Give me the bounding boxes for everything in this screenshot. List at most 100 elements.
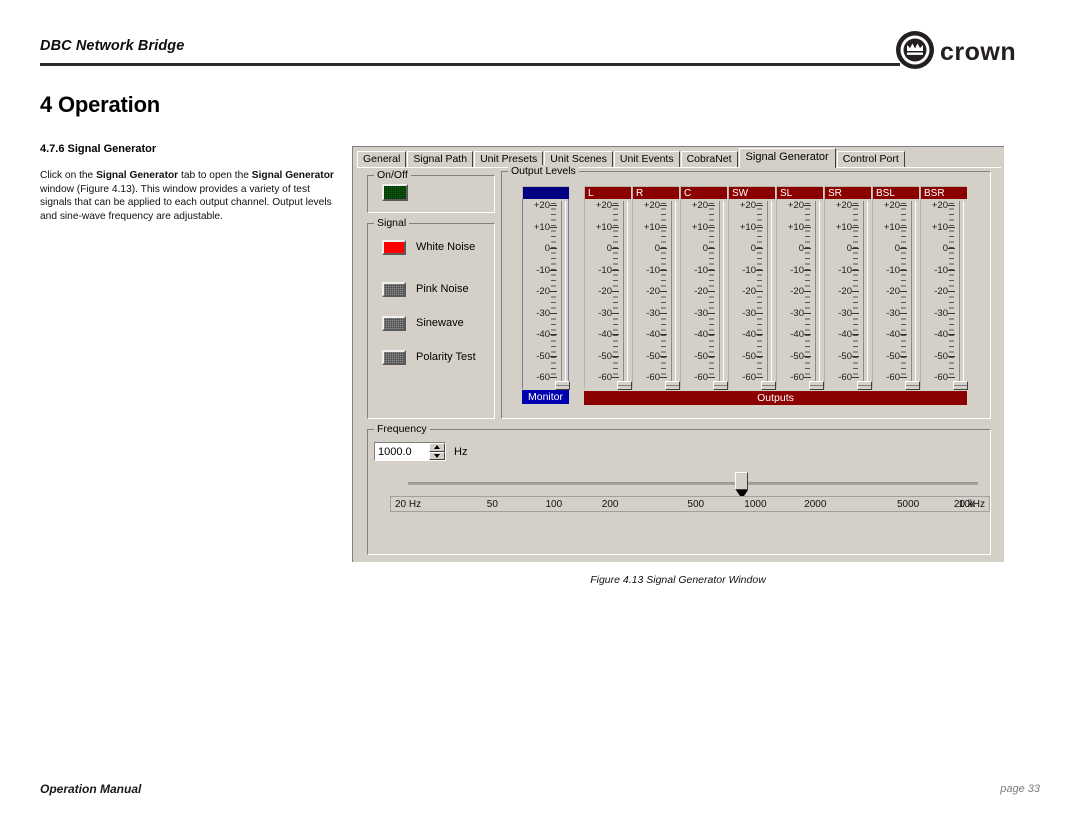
signal-option-label: White Noise: [416, 241, 476, 253]
output-levels-group-label: Output Levels: [508, 165, 579, 177]
frequency-group: Frequency 1000.0 Hz 20 Hz 50 100 200 500 1000…: [367, 423, 991, 555]
meter-scale-label: +10: [595, 221, 612, 233]
level-slider-thumb[interactable]: [665, 381, 680, 390]
level-slider-track[interactable]: [719, 201, 724, 383]
signal-option-polarity-test[interactable]: Polarity Test: [382, 348, 476, 366]
section-heading: 4.7.6 Signal Generator: [40, 143, 157, 155]
monitor-channel-strip: +20 +10 0 -10 -20 -30 -40 -50 -60 Monitor: [522, 186, 570, 404]
level-slider-track[interactable]: [911, 201, 916, 383]
output-channel-meter: +20 +10 0 -10 -20 -30 -40 -50 -60: [728, 199, 776, 390]
frequency-scale-label: 20 Hz: [395, 499, 422, 510]
frequency-spinner[interactable]: 1000.0: [374, 442, 446, 461]
signal-generator-window: General Signal Path Unit Presets Unit Scene…: [352, 146, 1004, 562]
level-slider-thumb[interactable]: [761, 381, 776, 390]
level-slider-thumb[interactable]: [713, 381, 728, 390]
meter-major-ticks: [660, 203, 667, 379]
meter-scale-label: -20: [838, 286, 852, 297]
signal-option-white-noise[interactable]: White Noise: [382, 238, 475, 256]
signal-option-pink-noise[interactable]: Pink Noise: [382, 280, 469, 298]
signal-group-label: Signal: [374, 217, 410, 229]
frequency-decrement-button[interactable]: [429, 451, 445, 460]
tab-general[interactable]: General: [357, 151, 407, 168]
tab-cobranet[interactable]: CobraNet: [680, 151, 738, 168]
frequency-scale-label: 1000: [744, 499, 767, 510]
frequency-slider-thumb[interactable]: [735, 472, 748, 490]
signal-indicator-icon[interactable]: [382, 315, 406, 331]
level-slider-track[interactable]: [623, 201, 628, 383]
signal-option-label: Polarity Test: [416, 351, 476, 363]
tab-signal-generator[interactable]: Signal Generator: [738, 148, 836, 168]
signal-option-label: Sinewave: [416, 317, 464, 329]
monitor-channel-header: [522, 186, 569, 199]
meter-scale-label: -20: [742, 286, 756, 297]
meter-scale-label: -20: [934, 286, 948, 297]
meter-scale-label: -30: [742, 307, 756, 319]
output-channel-meter: +20 +10 0 -10 -20 -30 -40 -50 -60: [680, 199, 728, 390]
level-slider-track[interactable]: [863, 201, 868, 383]
tab-signal-path[interactable]: Signal Path: [407, 151, 474, 168]
meter-scale-label: -10: [742, 264, 756, 276]
meter-scale-label: -60: [742, 372, 756, 383]
meter-scale-labels: +20 +10 0 -10 -20 -30 -40 -50 -60: [777, 199, 804, 389]
signal-group: Signal White Noise Pink Noise Sinewave Pola…: [367, 217, 495, 419]
meter-scale-label: -50: [934, 350, 948, 362]
level-slider-thumb[interactable]: [905, 381, 920, 390]
tab-strip[interactable]: General Signal Path Unit Presets Unit Scene…: [357, 148, 906, 168]
frequency-slider-track[interactable]: [408, 482, 978, 485]
output-channel-bsr: BSR +20 +10 0 -10 -20 -30 -40 -50 -60: [920, 186, 968, 390]
signal-indicator-icon[interactable]: [382, 281, 406, 297]
page-header: DBC Network Bridge crown: [40, 31, 1040, 78]
output-channel-l: L +20 +10 0 -10 -20 -30 -40 -50 -60: [584, 186, 632, 390]
level-slider-thumb[interactable]: [555, 381, 570, 390]
frequency-increment-button[interactable]: [429, 443, 445, 452]
crown-logo: crown: [894, 28, 1040, 72]
signal-indicator-icon[interactable]: [382, 239, 406, 255]
onoff-group: On/Off: [367, 169, 495, 213]
meter-scale-label: -30: [536, 307, 550, 319]
frequency-scale-label: 200: [601, 499, 619, 510]
meter-major-ticks: [900, 203, 907, 379]
level-slider-thumb[interactable]: [857, 381, 872, 390]
onoff-group-label: On/Off: [374, 169, 411, 181]
frequency-scale-label: 2000: [804, 499, 827, 510]
meter-scale-labels: +20 +10 0 -10 -20 -30 -40 -50 -60: [825, 199, 852, 389]
meter-major-ticks: [852, 203, 859, 379]
level-slider-track[interactable]: [959, 201, 964, 383]
meter-scale-label: -30: [646, 307, 660, 319]
level-slider-track[interactable]: [815, 201, 820, 383]
output-channel-r: R +20 +10 0 -10 -20 -30 -40 -50 -60: [632, 186, 680, 390]
meter-scale-labels: +20 +10 0 -10 -20 -30 -40 -50 -60: [729, 199, 756, 389]
onoff-toggle-button[interactable]: [382, 184, 408, 201]
tab-unit-events[interactable]: Unit Events: [613, 151, 680, 168]
level-slider-track[interactable]: [671, 201, 676, 383]
meter-major-ticks: [550, 203, 557, 379]
chapter-title: 4 Operation: [40, 92, 161, 117]
frequency-spinner-arrows[interactable]: [429, 443, 445, 460]
meter-scale-label: +20: [533, 200, 550, 211]
meter-scale-label: -30: [790, 307, 804, 319]
meter-scale-label: -40: [536, 329, 550, 340]
meter-scale-label: -10: [886, 264, 900, 276]
meter-scale-label: -20: [536, 286, 550, 297]
signal-option-label: Pink Noise: [416, 283, 469, 295]
level-slider-thumb[interactable]: [617, 381, 632, 390]
level-slider-track[interactable]: [561, 201, 566, 383]
frequency-value[interactable]: 1000.0: [375, 446, 429, 458]
meter-scale-labels: +20 +10 0 -10 -20 -30 -40 -50 -60: [921, 199, 948, 389]
meter-scale-label: +20: [691, 200, 708, 211]
meter-scale-label: -30: [838, 307, 852, 319]
level-slider-thumb[interactable]: [953, 381, 968, 390]
meter-scale-labels: +20 +10 0 -10 -20 -30 -40 -50 -60: [633, 199, 660, 389]
signal-option-sinewave[interactable]: Sinewave: [382, 314, 464, 332]
tab-control-port[interactable]: Control Port: [836, 151, 905, 168]
level-slider-track[interactable]: [767, 201, 772, 383]
meter-scale-label: -60: [838, 372, 852, 383]
meter-major-ticks: [756, 203, 763, 379]
meter-scale-label: -60: [536, 372, 550, 383]
output-channel-header: BSR: [920, 186, 967, 199]
level-slider-thumb[interactable]: [809, 381, 824, 390]
running-head: DBC Network Bridge: [40, 38, 185, 54]
signal-indicator-icon[interactable]: [382, 349, 406, 365]
output-channel-header: SR: [824, 186, 871, 199]
meter-scale-label: -40: [934, 329, 948, 340]
